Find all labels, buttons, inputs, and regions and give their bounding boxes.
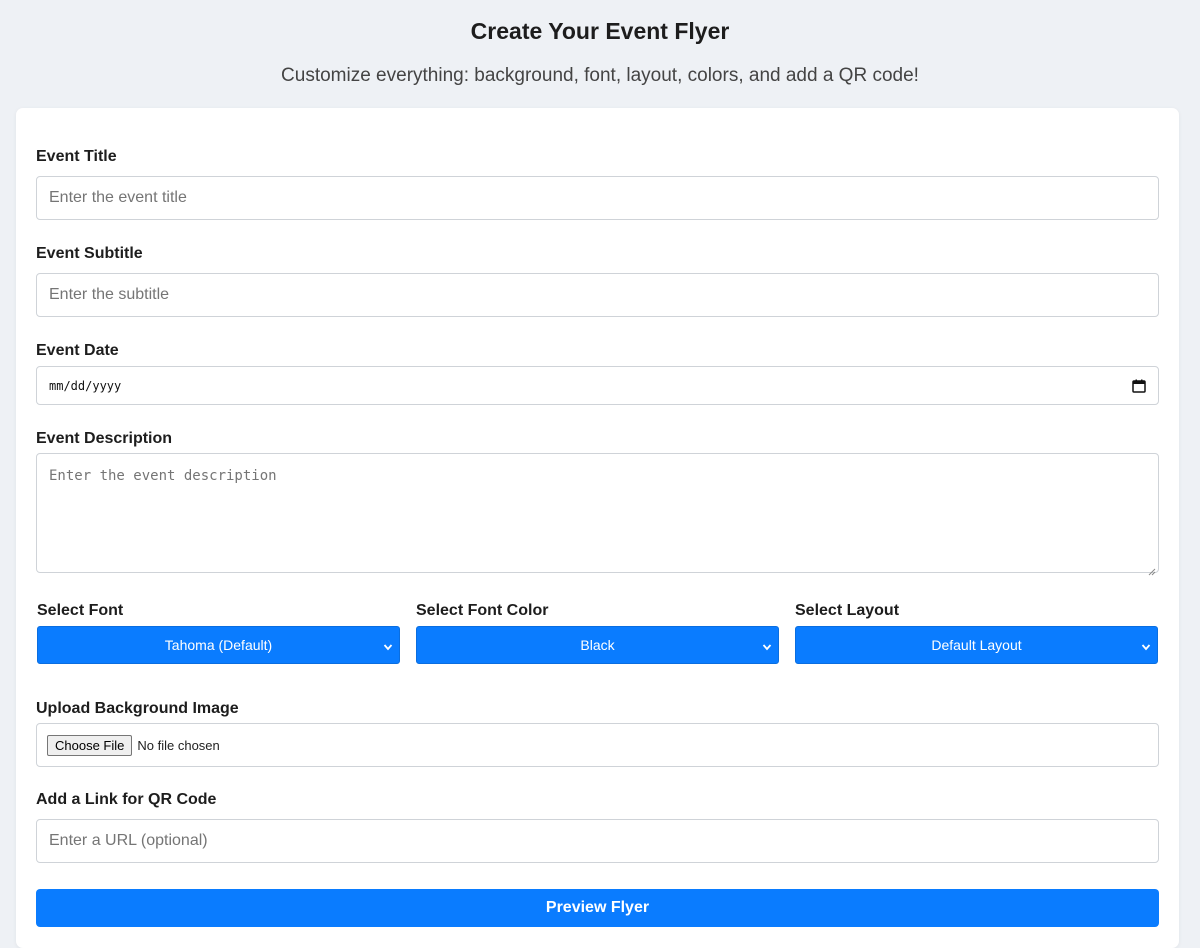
select-font-label: Select Font (37, 602, 124, 619)
event-date-input[interactable]: mm/dd/yyyy (36, 366, 1159, 405)
preview-flyer-button[interactable]: Preview Flyer (36, 889, 1159, 927)
event-title-label: Event Title (36, 148, 117, 165)
font-select[interactable]: Tahoma (Default) (37, 626, 400, 664)
qr-link-label: Add a Link for QR Code (36, 791, 217, 808)
chevron-down-icon (1141, 639, 1151, 651)
select-font-color-label: Select Font Color (416, 602, 549, 619)
layout-select[interactable]: Default Layout (795, 626, 1158, 664)
calendar-icon[interactable] (1132, 379, 1146, 393)
page-title: Create Your Event Flyer (470, 18, 730, 44)
file-status-text: No file chosen (137, 737, 220, 753)
event-date-label: Event Date (36, 342, 119, 359)
event-subtitle-input[interactable] (36, 273, 1159, 317)
font-color-select[interactable]: Black (416, 626, 779, 664)
upload-background-label: Upload Background Image (36, 700, 239, 717)
event-date-placeholder: mm/dd/yyyy (49, 378, 122, 393)
qr-link-input[interactable] (36, 819, 1159, 863)
event-subtitle-label: Event Subtitle (36, 245, 143, 262)
layout-select-value: Default Layout (931, 637, 1022, 653)
font-color-select-value: Black (580, 637, 615, 653)
event-title-input[interactable] (36, 176, 1159, 220)
event-description-textarea[interactable] (36, 453, 1159, 573)
select-layout-label: Select Layout (795, 602, 900, 619)
choose-file-button[interactable]: Choose File (47, 734, 133, 756)
chevron-down-icon (383, 639, 393, 651)
event-description-label: Event Description (36, 430, 173, 447)
chevron-down-icon (762, 639, 772, 651)
page-subtitle: Customize everything: background, font, … (281, 65, 919, 86)
resize-grip-icon[interactable] (1148, 563, 1156, 576)
font-select-value: Tahoma (Default) (164, 637, 273, 653)
flyer-form-card: Event Title Event Subtitle Event Date mm… (16, 108, 1179, 948)
background-image-file-input[interactable]: Choose File No file chosen (36, 723, 1159, 767)
